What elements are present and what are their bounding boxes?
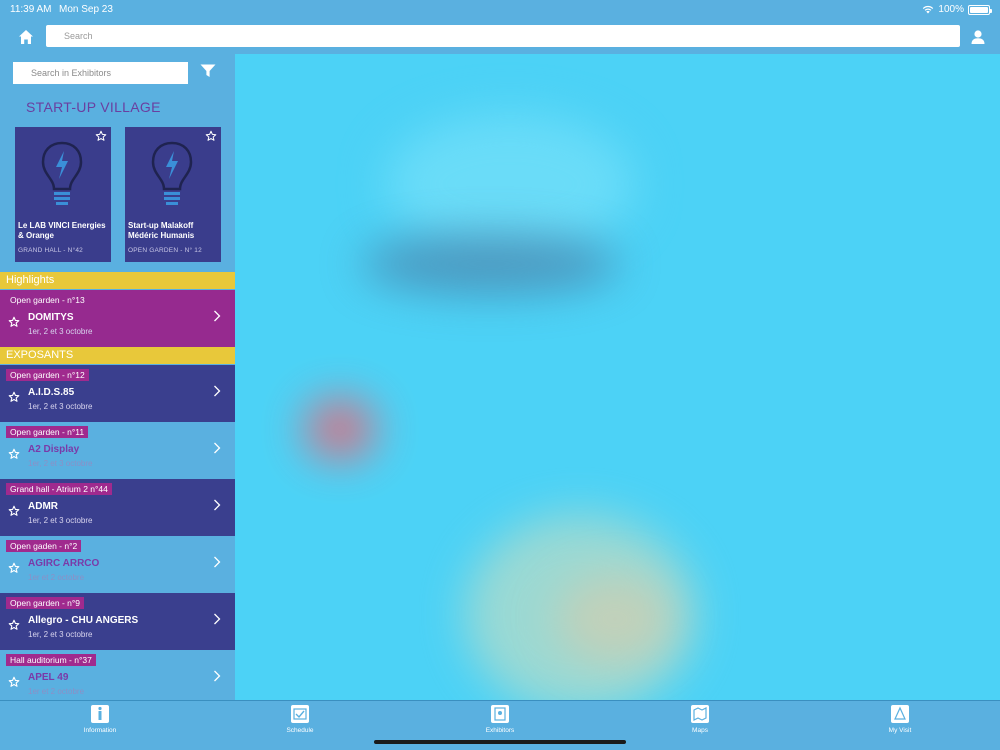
top-nav [0,20,1000,54]
chevron-right-icon [214,556,221,568]
chevron-right-icon [214,670,221,682]
card-name: Start-up Malakoff Médéric Humanis [128,221,195,240]
favorite-star-icon[interactable] [8,391,20,403]
battery-percent: 100% [938,4,964,15]
row-location-tag: Open garden - n°13 [10,295,85,305]
row-title: A.I.D.S.85 [28,387,75,398]
tab-schedule[interactable]: Schedule [260,705,340,734]
chevron-right-icon [214,613,221,625]
favorite-star-icon[interactable] [8,619,20,631]
filter-icon [200,64,216,77]
row-location-tag: Grand hall - Atrium 2 n°44 [6,483,112,495]
status-bar: 11:39 AM Mon Sep 23 100% [0,0,1000,20]
exhibitor-row[interactable]: Open gaden - n°2 AGIRC ARRCO 1er et 2 oc… [0,536,235,593]
tab-label: Maps [692,727,708,734]
favorite-star-icon[interactable] [8,676,20,688]
tab-label: Schedule [286,727,314,734]
row-title: APEL 49 [28,672,69,683]
startup-card[interactable]: Start-up Malakoff Médéric Humanis OPEN G… [125,127,221,262]
exhibitor-row[interactable]: Grand hall - Atrium 2 n°44 ADMR 1er, 2 e… [0,479,235,536]
startup-card[interactable]: Le LAB VINCI Energies & Orange GRAND HAL… [15,127,111,262]
row-dates: 1er, 2 et 3 octobre [28,402,93,411]
lightbulb-icon [151,141,193,205]
startup-village-title: START-UP VILLAGE [26,99,161,115]
exhibitor-search-input[interactable] [13,62,188,84]
tab-information[interactable]: Information [60,705,140,734]
wifi-icon [923,5,934,14]
exhibitor-row[interactable]: Hall auditorium - n°37 APEL 49 1er et 2 … [0,650,235,700]
status-right: 100% [922,4,992,15]
lightbulb-icon [41,141,83,205]
row-title: AGIRC ARRCO [28,558,100,569]
row-dates: 1er, 2 et 3 octobre [28,516,93,525]
user-icon [971,30,985,44]
row-title: DOMITYS [28,312,74,323]
favorite-star-icon[interactable] [95,130,107,142]
exhibitor-row[interactable]: Open garden - n°12 A.I.D.S.85 1er, 2 et … [0,365,235,422]
my-visit-icon [891,705,909,723]
tab-label: My Visit [888,727,912,734]
battery-fill [970,6,988,13]
row-title: Allegro - CHU ANGERS [28,615,139,626]
status-time: 11:39 AM [10,4,52,15]
home-indicator[interactable] [374,740,626,744]
exhibitors-sidebar: START-UP VILLAGE Le LAB VINCI Energies &… [0,54,235,700]
information-icon [91,705,109,723]
row-location-tag: Open garden - n°11 [6,426,89,438]
tab-my-visit[interactable]: My Visit [860,705,940,734]
chevron-right-icon [214,499,221,511]
exhibitor-row[interactable]: Open garden - n°9 Allegro - CHU ANGERS 1… [0,593,235,650]
home-button[interactable] [15,26,37,48]
tab-exhibitors[interactable]: Exhibitors [460,705,540,734]
favorite-star-icon[interactable] [8,316,20,328]
chevron-right-icon [214,385,221,397]
favorite-star-icon[interactable] [8,448,20,460]
chevron-right-icon [214,310,221,322]
row-title: ADMR [28,501,58,512]
row-location-tag: Open gaden - n°2 [6,540,82,552]
battery-icon [968,4,992,15]
blurred-red-spot [305,399,375,459]
highlights-header: Highlights [0,272,235,289]
row-title: A2 Display [28,444,80,455]
status-date: Mon Sep 23 [59,4,113,15]
blurred-cloud [385,114,635,254]
row-dates: 1er, 2 et 3 octobre [28,630,93,639]
maps-icon [691,705,709,723]
row-location-tag: Open garden - n°12 [6,369,89,381]
home-icon [19,30,33,44]
card-name: Le LAB VINCI Energies & Orange [18,221,106,240]
row-dates: 1er, 2 et 3 octobre [28,327,93,336]
highlight-row[interactable]: Open garden - n°13 DOMITYS 1er, 2 et 3 o… [0,290,235,347]
tab-label: Exhibitors [485,727,515,734]
global-search-input[interactable] [46,25,960,47]
row-dates: 1er et 2 octobre [28,573,85,582]
tab-label: Information [83,727,117,734]
schedule-icon [291,705,309,723]
row-location-tag: Hall auditorium - n°37 [6,654,96,666]
favorite-star-icon[interactable] [8,505,20,517]
row-dates: 1er et 2 octobre [28,687,85,696]
filter-button[interactable] [200,64,218,82]
exhibitor-row[interactable]: Open garden - n°11 A2 Display 1er, 2 et … [0,422,235,479]
card-location: OPEN GARDEN - N° 12 [128,247,202,254]
favorite-star-icon[interactable] [8,562,20,574]
tab-maps[interactable]: Maps [660,705,740,734]
exhibitors-icon [491,705,509,723]
exposants-header: EXPOSANTS [0,347,235,364]
card-location: GRAND HALL - N°42 [18,247,83,254]
row-location-tag: Open garden - n°9 [6,597,85,609]
row-dates: 1er, 2 et 3 octobre [28,459,93,468]
user-button[interactable] [968,26,988,48]
blurred-shadow [360,234,620,294]
detail-placeholder-area [235,54,1000,700]
blurred-globe-highlight [555,574,675,664]
chevron-right-icon [214,442,221,454]
favorite-star-icon[interactable] [205,130,217,142]
